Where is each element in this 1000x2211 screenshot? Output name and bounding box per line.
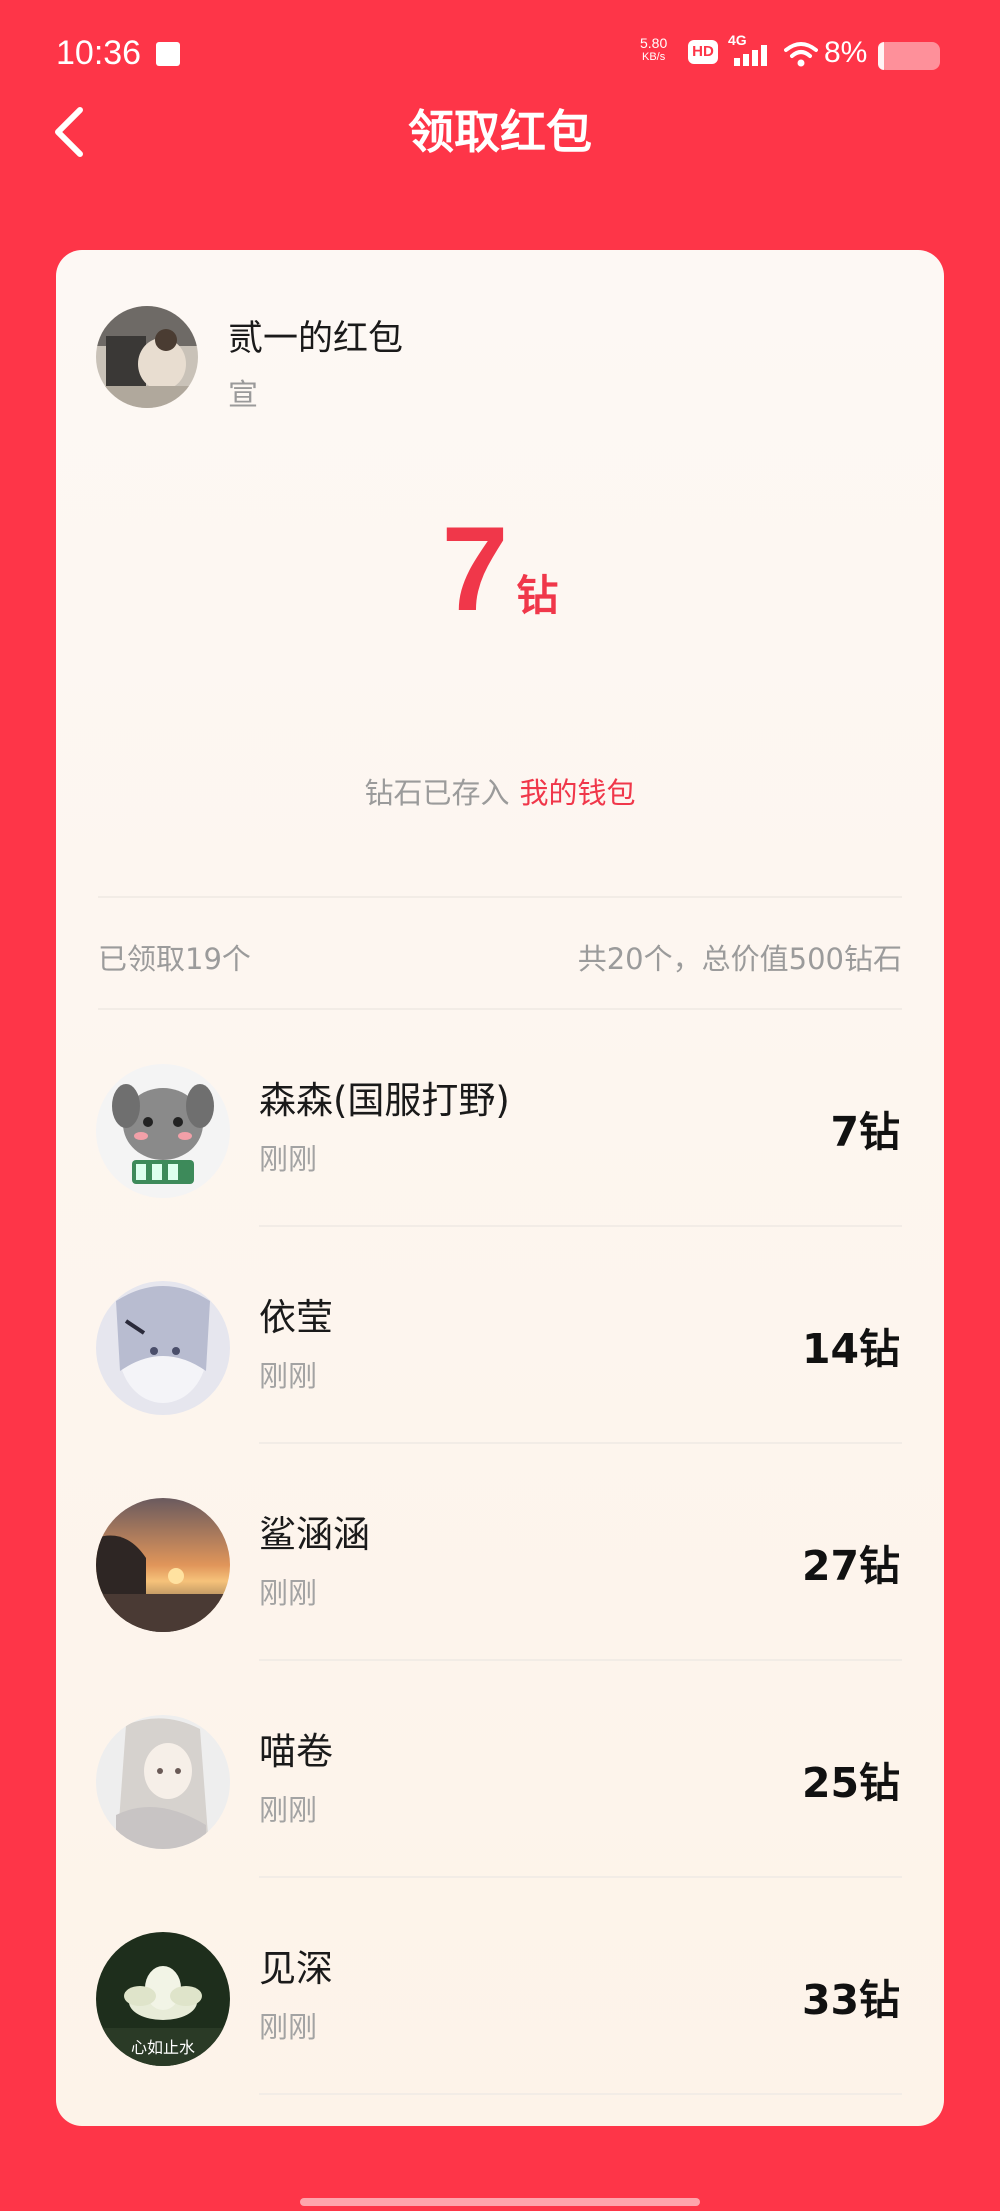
- recipient-avatar[interactable]: [96, 1498, 230, 1632]
- sender-avatar-image: [96, 306, 198, 408]
- page-title: 领取红包: [408, 105, 592, 159]
- total-summary: 共20个，总价值500钻石: [577, 942, 902, 976]
- red-packet-card: 贰一的红包 宣 7钻 钻石已存入 我的钱包 已领取19个 共20个，总价值500钻…: [56, 250, 944, 2126]
- battery-icon: [878, 42, 940, 70]
- amount-unit: 钻: [516, 571, 559, 620]
- recipient-avatar[interactable]: [96, 1715, 230, 1849]
- status-time: 10:36: [56, 34, 142, 72]
- recipient-time: 刚刚: [259, 1359, 318, 1393]
- hd-badge: HD: [688, 40, 718, 64]
- row-divider: [259, 2093, 902, 2095]
- claimed-count: 已领取19个: [98, 942, 251, 976]
- amount-value: 7: [441, 502, 509, 636]
- back-button[interactable]: [44, 100, 100, 160]
- battery-percent: 8%: [824, 36, 868, 69]
- cell-signal-icon: [734, 45, 767, 66]
- recipient-name: 见深: [259, 1947, 333, 1990]
- recipient-amount: 27钻: [801, 1542, 900, 1590]
- list-item[interactable]: 心如止水 见深 刚刚 33钻: [56, 1878, 944, 2095]
- list-item[interactable]: 依莹 刚刚 14钻: [56, 1227, 944, 1444]
- wifi-icon: [784, 42, 818, 67]
- recipient-time: 刚刚: [259, 1576, 318, 1610]
- list-item[interactable]: 森森(国服打野) 刚刚 7钻: [56, 1010, 944, 1227]
- received-amount: 7钻: [56, 500, 944, 638]
- recipient-amount: 25钻: [801, 1759, 900, 1807]
- network-speed-value: 5.80: [640, 35, 668, 51]
- avatar-caption: 心如止水: [130, 2038, 195, 2057]
- recipient-time: 刚刚: [259, 1793, 318, 1827]
- recipient-avatar-image: [96, 1715, 230, 1849]
- recipient-amount: 7钻: [830, 1108, 900, 1156]
- divider: [98, 896, 902, 898]
- my-wallet-link[interactable]: 我的钱包: [520, 776, 636, 810]
- battery-fill: [878, 42, 884, 70]
- status-bar: 10:36 5.80 KB/s HD 4G 8%: [0, 0, 1000, 110]
- recipient-amount: 33钻: [801, 1976, 900, 2024]
- recipient-avatar[interactable]: [96, 1064, 230, 1198]
- sender-name: 贰一的红包: [228, 319, 404, 359]
- recipient-avatar-image: [96, 1064, 230, 1198]
- wallet-notice-text: 钻石已存入: [364, 776, 510, 810]
- notification-square-icon: [156, 42, 180, 66]
- recipient-avatar-image: [96, 1281, 230, 1415]
- sender-subtitle: 宣: [228, 378, 258, 413]
- recipient-avatar[interactable]: 心如止水: [96, 1932, 230, 2066]
- list-item[interactable]: 鲨涵涵 刚刚 27钻: [56, 1444, 944, 1661]
- recipient-time: 刚刚: [259, 2010, 318, 2044]
- network-speed-unit: KB/s: [642, 51, 666, 63]
- wallet-notice: 钻石已存入 我的钱包: [56, 770, 944, 812]
- home-indicator[interactable]: [300, 2198, 700, 2206]
- chevron-left-icon: [55, 107, 83, 157]
- recipient-avatar[interactable]: [96, 1281, 230, 1415]
- recipient-time: 刚刚: [259, 1142, 318, 1176]
- network-speed: 5.80 KB/s: [640, 36, 667, 64]
- recipient-name: 鲨涵涵: [259, 1513, 370, 1556]
- sender-avatar[interactable]: [96, 306, 198, 408]
- recipient-name: 森森(国服打野): [259, 1079, 510, 1122]
- recipient-name: 依莹: [259, 1296, 333, 1339]
- recipient-name: 喵卷: [259, 1730, 333, 1773]
- recipient-avatar-image: [96, 1498, 230, 1632]
- list-item[interactable]: 喵卷 刚刚 25钻: [56, 1661, 944, 1878]
- recipient-amount: 14钻: [801, 1325, 900, 1373]
